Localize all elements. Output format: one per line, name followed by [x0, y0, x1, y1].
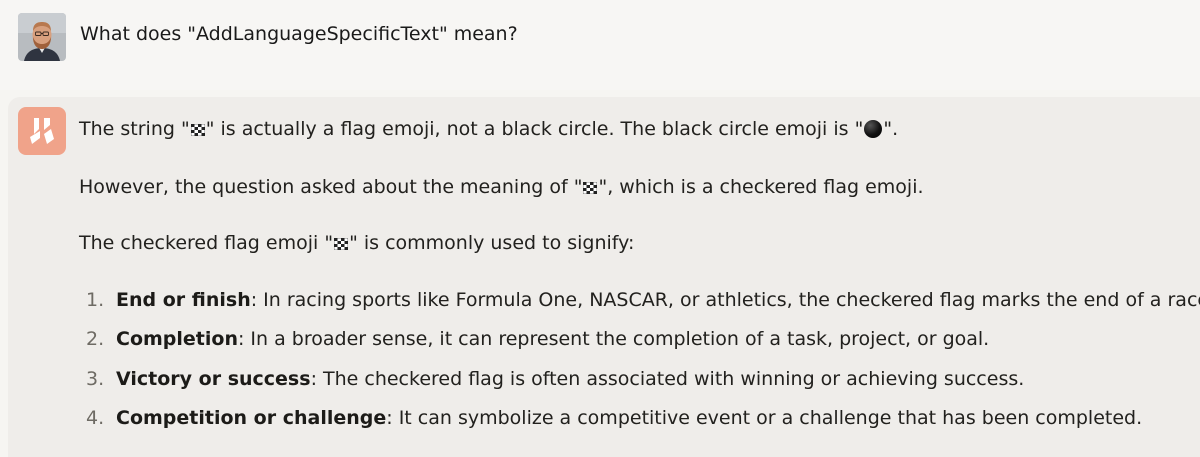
- claude-logo-icon: [18, 107, 66, 155]
- list-description: : The checkered flag is often associated…: [310, 368, 1025, 390]
- user-avatar: [18, 13, 66, 61]
- p1-text-a: The string ": [79, 118, 190, 140]
- list-number: 1.: [86, 289, 105, 311]
- p1-text-c: ".: [883, 118, 899, 140]
- list-number: 2.: [86, 328, 105, 350]
- list-description: : It can symbolize a competitive event o…: [386, 407, 1143, 429]
- assistant-paragraph-1: The string " " is actually a flag emoji, …: [79, 116, 898, 142]
- list-item: 1. End or finish: In racing sports like F…: [86, 287, 1200, 313]
- list-number: 4.: [86, 407, 105, 429]
- user-message-row: What does "AddLanguageSpecificText" mean…: [0, 0, 1200, 90]
- list-term: End or finish: [116, 289, 251, 311]
- p3-text-a: The checkered flag emoji ": [79, 232, 334, 254]
- checkered-flag-icon: [583, 175, 598, 195]
- list-description: : In racing sports like Formula One, NAS…: [250, 289, 1200, 311]
- p3-text-b: " is commonly used to signify:: [349, 232, 635, 254]
- user-message-text: What does "AddLanguageSpecificText" mean…: [80, 23, 518, 45]
- checkered-flag-icon: [190, 117, 206, 137]
- p2-text-b: ", which is a checkered flag emoji.: [598, 176, 924, 198]
- list-term: Completion: [116, 328, 238, 350]
- assistant-paragraph-3: The checkered flag emoji " " is commonly …: [79, 230, 634, 256]
- list-item: 2. Completion: In a broader sense, it can…: [86, 326, 989, 352]
- list-term: Victory or success: [116, 368, 311, 390]
- black-circle-icon: [864, 120, 883, 138]
- list-item: 4. Competition or challenge: It can symbo…: [86, 405, 1142, 431]
- assistant-message-card: [8, 97, 1200, 457]
- list-number: 3.: [86, 368, 105, 390]
- checkered-flag-icon: [333, 231, 349, 251]
- user-avatar-photo: [18, 13, 66, 61]
- p1-text-b: " is actually a flag emoji, not a black …: [205, 118, 864, 140]
- assistant-paragraph-2: However, the question asked about the me…: [79, 174, 924, 200]
- list-term: Competition or challenge: [116, 407, 387, 429]
- list-item: 3. Victory or success: The checkered flag…: [86, 366, 1024, 392]
- p2-text-a: However, the question asked about the me…: [79, 176, 583, 198]
- list-description: : In a broader sense, it can represent t…: [237, 328, 990, 350]
